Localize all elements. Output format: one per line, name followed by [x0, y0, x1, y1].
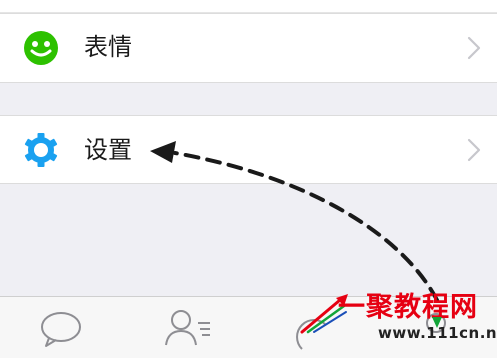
- previous-row-edge: [0, 0, 497, 13]
- chat-bubble-icon: [41, 312, 81, 347]
- site-watermark: 一聚教程网 www.111cn.net: [300, 290, 497, 352]
- tab-indicator-icon: [432, 317, 442, 328]
- chevron-right-icon: [467, 138, 481, 162]
- contacts-icon: [165, 310, 210, 346]
- gear-icon: [24, 133, 58, 167]
- tab-contacts[interactable]: [124, 297, 248, 358]
- menu-item-settings[interactable]: 设置: [0, 115, 497, 184]
- smiley-face-icon: [24, 31, 58, 65]
- menu-item-settings-label: 设置: [84, 136, 132, 164]
- tab-chats[interactable]: [0, 297, 124, 358]
- menu-item-emoji-label: 表情: [84, 33, 132, 61]
- watermark-brand: 一聚教程网: [338, 292, 478, 323]
- menu-item-emoji[interactable]: 表情: [0, 13, 497, 83]
- chevron-right-icon: [467, 36, 481, 60]
